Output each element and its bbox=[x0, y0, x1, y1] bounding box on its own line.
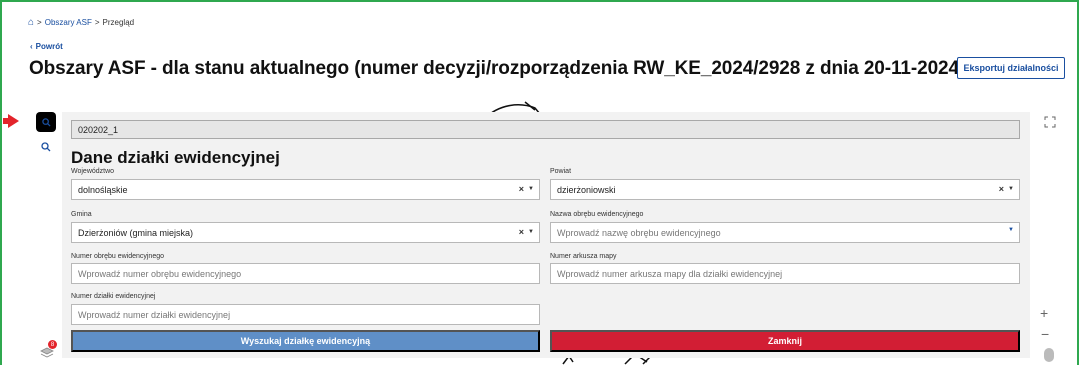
clear-icon[interactable]: × bbox=[519, 227, 524, 237]
gmina-label: Gmina bbox=[71, 211, 92, 218]
wojewodztwo-value: dolnośląskie bbox=[78, 185, 128, 195]
dzialka-input[interactable]: Wprowadź numer działki ewidencyjnej bbox=[71, 304, 540, 325]
search-tool-button[interactable] bbox=[36, 112, 56, 132]
search-parcel-button[interactable]: Wyszukaj działkę ewidencyjną bbox=[71, 330, 540, 352]
obreb-numer-input[interactable]: Wprowadź numer obrębu ewidencyjnego bbox=[71, 263, 540, 284]
gmina-select[interactable]: Dzierżoniów (gmina miejska) × ▼ bbox=[71, 222, 540, 243]
obreb-numer-label: Numer obrębu ewidencyjnego bbox=[71, 253, 164, 260]
powiat-select[interactable]: dzierżoniowski × ▼ bbox=[550, 179, 1020, 200]
wojewodztwo-select[interactable]: dolnośląskie × ▼ bbox=[71, 179, 540, 200]
dzialka-placeholder: Wprowadź numer działki ewidencyjnej bbox=[78, 310, 231, 320]
obreb-numer-placeholder: Wprowadź numer obrębu ewidencyjnego bbox=[78, 269, 242, 279]
clear-icon[interactable]: × bbox=[999, 184, 1004, 194]
powiat-value: dzierżoniowski bbox=[557, 185, 616, 195]
back-label: Powrót bbox=[35, 42, 63, 51]
gmina-value: Dzierżoniów (gmina miejska) bbox=[78, 228, 194, 238]
breadcrumb-separator: > bbox=[94, 18, 100, 27]
obreb-nazwa-placeholder: Wprowadź nazwę obrębu ewidencyjnego bbox=[557, 228, 721, 238]
zoom-slider-handle[interactable] bbox=[1044, 348, 1054, 362]
arkusz-input[interactable]: Wprowadź numer arkusza mapy dla działki … bbox=[550, 263, 1020, 284]
wojewodztwo-label: Województwo bbox=[71, 168, 115, 175]
chevron-down-icon[interactable]: ▼ bbox=[1008, 186, 1014, 192]
frame-border-top bbox=[0, 0, 1079, 2]
obreb-nazwa-select[interactable]: Wprowadź nazwę obrębu ewidencyjnego ▼ bbox=[550, 222, 1020, 243]
home-icon[interactable]: ⌂ bbox=[28, 17, 34, 27]
pointer-arrow-icon bbox=[3, 114, 19, 128]
back-link[interactable]: ‹ Powrót bbox=[30, 42, 63, 51]
close-button[interactable]: Zamknij bbox=[550, 330, 1020, 352]
expand-icon[interactable] bbox=[1044, 116, 1056, 128]
page-title: Obszary ASF - dla stanu aktualnego (nume… bbox=[29, 58, 966, 79]
chevron-down-icon[interactable]: ▼ bbox=[528, 229, 534, 235]
clear-icon[interactable]: × bbox=[519, 184, 524, 194]
chevron-left-icon: ‹ bbox=[30, 42, 33, 51]
chevron-down-icon[interactable]: ▼ bbox=[1008, 227, 1014, 233]
dzialka-label: Numer działki ewidencyjnej bbox=[71, 293, 156, 300]
zoom-in-button[interactable]: + bbox=[1040, 305, 1048, 321]
layers-count-badge: 8 bbox=[48, 340, 57, 349]
panel-title: Dane działki ewidencyjnej bbox=[71, 148, 280, 167]
export-activities-button[interactable]: Eksportuj działalności bbox=[957, 57, 1065, 79]
frame-border-left bbox=[0, 0, 2, 365]
zoom-out-button[interactable]: − bbox=[1041, 326, 1049, 342]
layers-button[interactable]: 8 bbox=[38, 340, 58, 360]
parcel-id-display[interactable]: 020202_1 bbox=[71, 120, 1020, 139]
search-icon[interactable] bbox=[41, 142, 51, 152]
chevron-down-icon[interactable]: ▼ bbox=[528, 186, 534, 192]
breadcrumb-item-przeglad: Przegląd bbox=[102, 18, 135, 27]
search-icon bbox=[41, 117, 51, 127]
powiat-label: Powiat bbox=[550, 168, 572, 175]
parcel-search-panel: 020202_1 Dane działki ewidencyjnej Wojew… bbox=[62, 112, 1030, 358]
breadcrumb: ⌂ > Obszary ASF > Przegląd bbox=[28, 17, 135, 27]
breadcrumb-item-obszary-asf[interactable]: Obszary ASF bbox=[45, 18, 92, 27]
obreb-nazwa-label: Nazwa obrębu ewidencyjnego bbox=[550, 211, 644, 218]
breadcrumb-separator: > bbox=[37, 18, 42, 27]
arkusz-label: Numer arkusza mapy bbox=[550, 253, 617, 260]
arkusz-placeholder: Wprowadź numer arkusza mapy dla działki … bbox=[557, 269, 783, 279]
